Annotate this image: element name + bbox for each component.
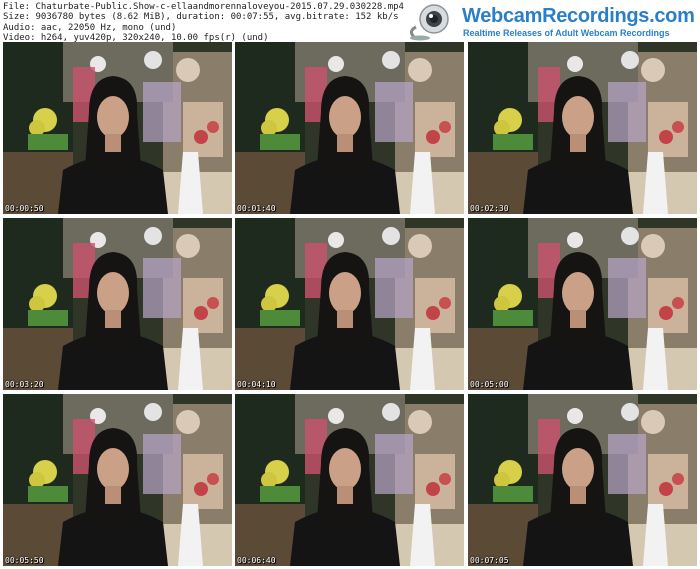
video-frame-image [235, 394, 464, 566]
file-info: File: Chaturbate-Public.Show-c-ellaandmo… [3, 2, 404, 43]
logo-tagline: Realtime Releases of Adult Webcam Record… [463, 28, 670, 38]
logo-brand-text: WebcamRecordings.com [462, 5, 695, 27]
thumbnail-timestamp: 00:06:40 [237, 556, 276, 565]
webcam-icon [409, 4, 449, 41]
thumbnail-timestamp: 00:02:30 [470, 204, 509, 213]
thumbnail-timestamp: 00:04:10 [237, 380, 276, 389]
video-thumbnail[interactable]: 00:02:30 [468, 42, 697, 214]
video-thumbnail[interactable]: 00:05:50 [3, 394, 232, 566]
video-frame-image [468, 42, 697, 214]
thumbnail-timestamp: 00:01:40 [237, 204, 276, 213]
video-thumbnail[interactable]: 00:05:00 [468, 218, 697, 390]
file-size-line: Size: 9036780 bytes (8.62 MiB), duration… [3, 12, 399, 23]
thumbnail-timestamp: 00:07:05 [470, 556, 509, 565]
thumbnail-timestamp: 00:00:50 [5, 204, 44, 213]
video-thumbnail[interactable]: 00:01:40 [235, 42, 464, 214]
video-thumbnail[interactable]: 00:07:05 [468, 394, 697, 566]
video-frame-image [468, 218, 697, 390]
video-frame-image [235, 218, 464, 390]
video-thumbnail[interactable]: 00:03:20 [3, 218, 232, 390]
thumbnail-timestamp: 00:05:00 [470, 380, 509, 389]
video-frame-image [3, 218, 232, 390]
video-thumbnail[interactable]: 00:00:50 [3, 42, 232, 214]
video-thumbnail[interactable]: 00:06:40 [235, 394, 464, 566]
thumbnail-timestamp: 00:03:20 [5, 380, 44, 389]
video-frame-image [235, 42, 464, 214]
thumbnail-grid: 00:00:50 00:01:40 00:02:30 00:03:20 00:0… [3, 42, 697, 566]
site-logo: WebcamRecordings.com Realtime Releases o… [404, 3, 698, 41]
video-thumbnail[interactable]: 00:04:10 [235, 218, 464, 390]
thumbnail-timestamp: 00:05:50 [5, 556, 44, 565]
audio-info-line: Audio: aac, 22050 Hz, mono (und) [3, 22, 177, 33]
video-frame-image [3, 394, 232, 566]
video-frame-image [468, 394, 697, 566]
file-name-line: File: Chaturbate-Public.Show-c-ellaandmo… [3, 2, 404, 12]
video-frame-image [3, 42, 232, 214]
